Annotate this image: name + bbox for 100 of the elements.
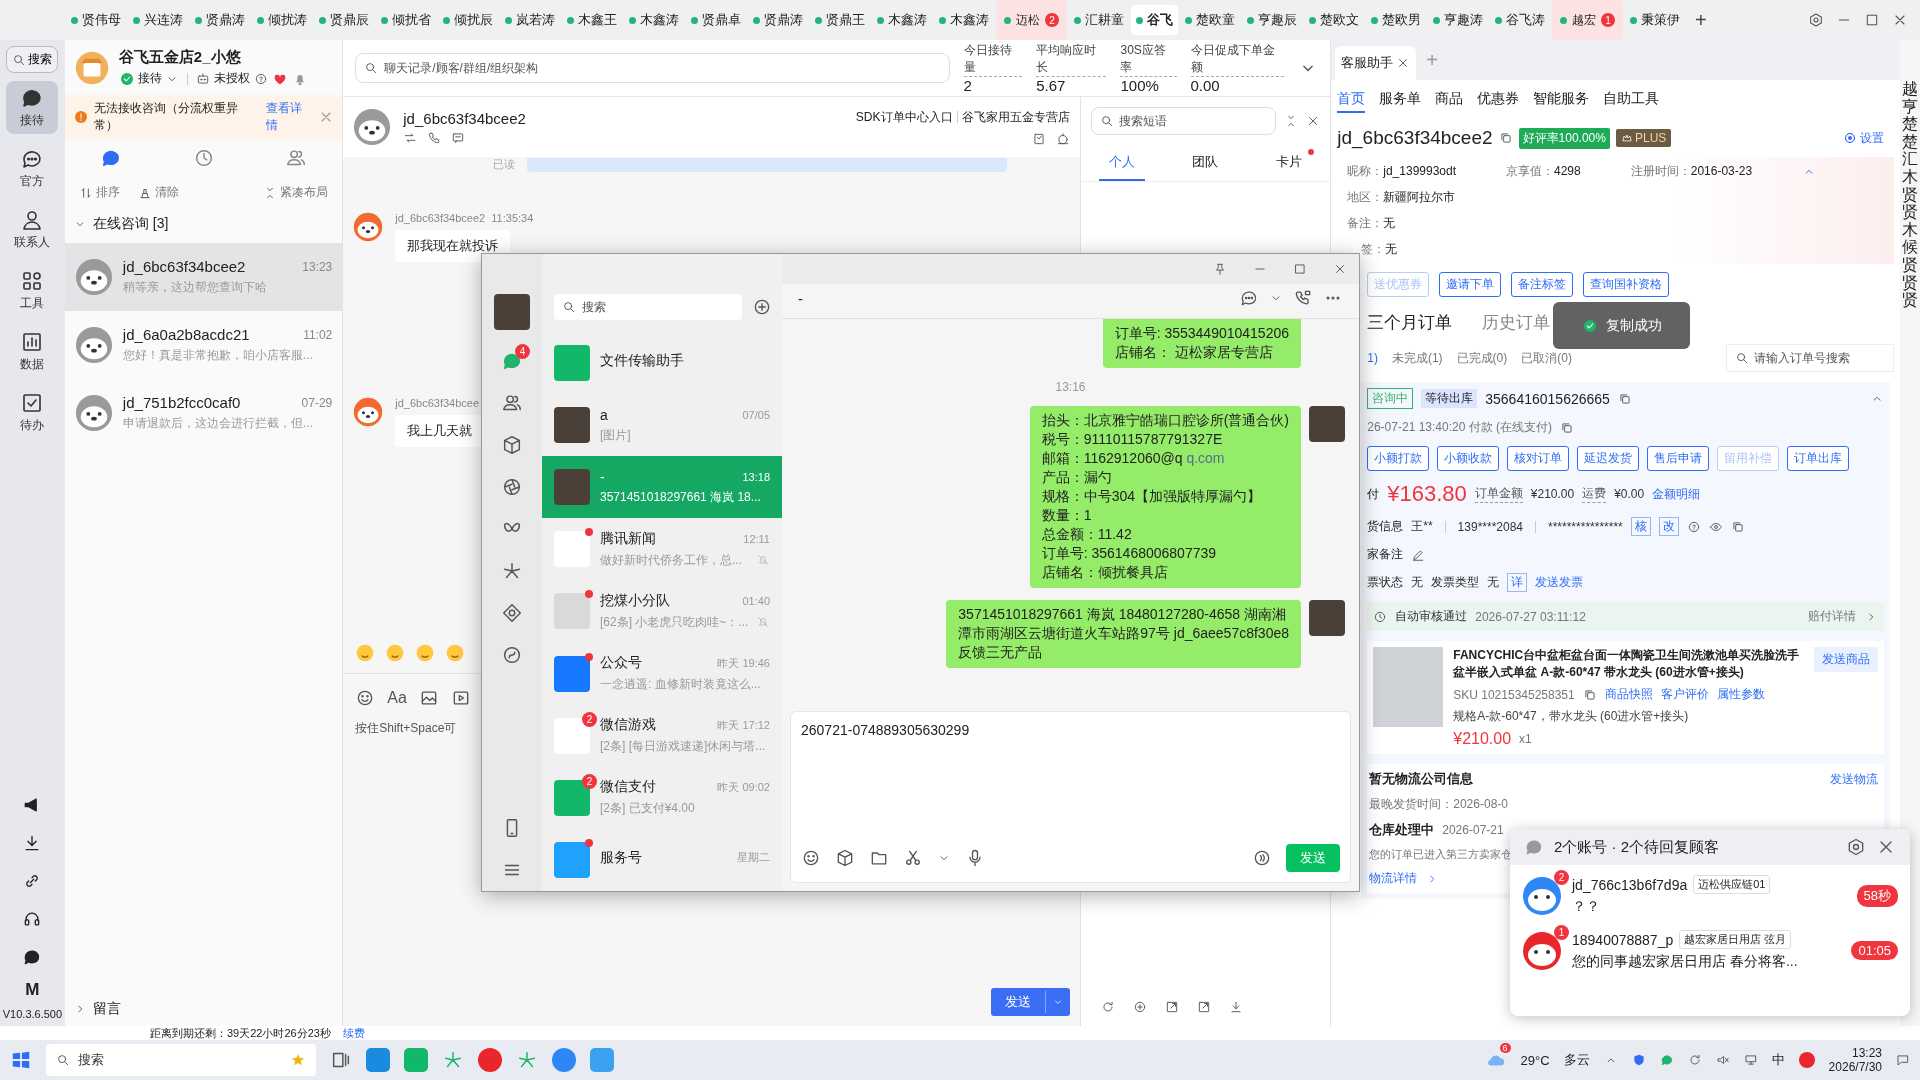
settings-icon[interactable] bbox=[1846, 837, 1866, 857]
order-search-field[interactable]: 请输入订单号搜索 bbox=[1726, 344, 1895, 372]
shop-tab[interactable]: 贤伟母 bbox=[66, 5, 126, 35]
list-action[interactable]: 紧凑布局 bbox=[263, 184, 329, 201]
shop-tab[interactable]: 倾扰辰 bbox=[438, 5, 498, 35]
order-filter[interactable]: 1) bbox=[1367, 351, 1378, 365]
shop-tab[interactable]: 贤鼎王 bbox=[810, 5, 870, 35]
voice-icon[interactable] bbox=[1252, 848, 1272, 868]
aperture-icon[interactable] bbox=[501, 476, 523, 498]
copy-icon[interactable] bbox=[1582, 687, 1597, 702]
bookmark-icon[interactable] bbox=[1031, 131, 1046, 146]
edit-icon[interactable] bbox=[1411, 547, 1426, 562]
add-icon[interactable] bbox=[1132, 1000, 1147, 1014]
shop-tab[interactable]: 楚欧男 bbox=[1366, 5, 1426, 35]
shop-tab[interactable]: 倾扰涛 bbox=[252, 5, 312, 35]
nav-tab[interactable]: 服务单 bbox=[1379, 90, 1422, 113]
shop-tab[interactable]: 木鑫涛 bbox=[624, 5, 684, 35]
nav-item[interactable]: 官方 bbox=[6, 142, 59, 195]
shop-tab[interactable]: 谷飞涛 bbox=[1490, 5, 1550, 35]
search-button[interactable]: 搜索 bbox=[6, 46, 59, 73]
cube-icon[interactable] bbox=[835, 848, 855, 868]
compensation-link[interactable]: 赔付详情 bbox=[1808, 608, 1857, 625]
details-link[interactable]: 查看详情 bbox=[265, 100, 314, 134]
order-tab[interactable]: 历史订单 bbox=[1482, 311, 1551, 334]
add-tab-button[interactable]: + bbox=[1687, 8, 1715, 32]
pin-icon[interactable] bbox=[1213, 262, 1227, 276]
pending-customer-item[interactable]: 2 jd_766c13b6f7d9a 迈松供应链01 ？？ 58秒 bbox=[1510, 865, 1910, 920]
compass-app-icon[interactable] bbox=[552, 1048, 576, 1072]
shop-tab[interactable]: 越宏 1 bbox=[1552, 0, 1623, 40]
invoice-detail-button[interactable]: 详 bbox=[1507, 573, 1528, 592]
contact-item[interactable]: jd_751b2fcc0caf0 07-29 申请退款后，这边会进行拦截，但... bbox=[64, 379, 343, 447]
settings-radio[interactable]: 设置 bbox=[1845, 129, 1895, 147]
action-button[interactable]: 查询国补资格 bbox=[1583, 272, 1670, 297]
order-action-button[interactable]: 订单出库 bbox=[1787, 446, 1850, 471]
shop-tab[interactable]: 贤鼎涛 bbox=[190, 5, 250, 35]
nav-tab[interactable]: 智能服务 bbox=[1533, 90, 1590, 113]
action-button[interactable]: 备注标签 bbox=[1511, 272, 1574, 297]
nav-tab[interactable]: 首页 bbox=[1337, 90, 1366, 113]
message-icon[interactable] bbox=[1239, 288, 1259, 308]
close-icon[interactable] bbox=[1333, 262, 1347, 276]
export-icon[interactable] bbox=[1164, 1000, 1179, 1014]
shop-tab[interactable]: 木鑫涛 bbox=[934, 5, 994, 35]
product-link[interactable]: 客户评价 bbox=[1660, 686, 1709, 703]
logistics-details-link[interactable]: 物流详情 bbox=[1369, 870, 1418, 887]
nav-tab[interactable]: 优惠券 bbox=[1477, 90, 1520, 113]
add-icon[interactable] bbox=[752, 297, 772, 317]
diamond-icon[interactable] bbox=[501, 602, 523, 624]
contact-item[interactable]: jd_6bc63f34bcee2 13:23 稍等亲，这边帮您查询下哈 bbox=[64, 243, 343, 311]
taskbar-search-field[interactable]: 搜索 bbox=[46, 1044, 316, 1076]
shop-tab[interactable]: 迈松 2 bbox=[996, 0, 1067, 40]
order-filter[interactable]: 未完成(1) bbox=[1391, 349, 1443, 367]
notification-icon[interactable] bbox=[1896, 1053, 1910, 1067]
search-field[interactable]: 聊天记录/顾客/群组/组织架构 bbox=[355, 53, 950, 83]
chat-bubble-icon[interactable] bbox=[1659, 1053, 1674, 1067]
group-header[interactable]: 在线咨询 [3] bbox=[64, 205, 343, 243]
copy-icon[interactable] bbox=[1560, 420, 1574, 435]
shop-tab[interactable]: 楚欧文 bbox=[1304, 5, 1364, 35]
send-button[interactable]: 发送 bbox=[990, 988, 1070, 1016]
order-action-button[interactable]: 核对订单 bbox=[1507, 446, 1570, 471]
message-input[interactable]: 按住Shift+Space可 bbox=[343, 716, 469, 741]
chat-list-item[interactable]: 文件传输助手 bbox=[542, 332, 782, 395]
order-filter[interactable]: 已完成(0) bbox=[1456, 349, 1508, 367]
chat-list-item[interactable]: 2 微信支付 昨天 09:02 [2条] 已支付¥4.00 bbox=[542, 766, 782, 829]
alarm-icon[interactable] bbox=[1055, 131, 1070, 146]
copy-icon[interactable] bbox=[1498, 131, 1513, 145]
nav-item[interactable]: 工具 bbox=[6, 264, 59, 317]
chat-list-item[interactable]: 公众号 昨天 19:46 一念逍遥: 血修新时装竟这么... bbox=[542, 642, 782, 705]
nav-item[interactable]: 联系人 bbox=[6, 203, 59, 256]
header-link[interactable]: 谷飞家用五金专营店 bbox=[961, 108, 1070, 126]
help-icon[interactable] bbox=[1686, 519, 1701, 534]
shop-tab[interactable]: 木鑫王 bbox=[562, 5, 622, 35]
order-action-button[interactable]: 延迟发货 bbox=[1577, 446, 1640, 471]
mascot-app-icon[interactable] bbox=[590, 1048, 614, 1072]
amount-details-link[interactable]: 金额明细 bbox=[1652, 485, 1701, 503]
shop-tab[interactable]: 亨趣辰 bbox=[1242, 5, 1302, 35]
chat-list-item[interactable]: 腾讯新闻 12:11 做好新时代侨务工作，总... bbox=[542, 518, 782, 581]
copy-icon[interactable] bbox=[1617, 391, 1632, 406]
maximize-icon[interactable] bbox=[1864, 12, 1880, 28]
list-action[interactable]: 排序 bbox=[78, 184, 120, 201]
nav-item[interactable]: 待办 bbox=[6, 386, 59, 439]
shop-tab[interactable]: 木鑫涛 bbox=[872, 5, 932, 35]
phrase-tab[interactable]: 团队 bbox=[1182, 145, 1229, 181]
network-icon[interactable] bbox=[1743, 1053, 1758, 1067]
search-field[interactable]: 搜索 bbox=[554, 294, 742, 320]
app-icon[interactable] bbox=[478, 1048, 502, 1072]
cube-icon[interactable] bbox=[501, 434, 523, 456]
order-filter[interactable]: 已取消(0) bbox=[1521, 349, 1572, 367]
header-link[interactable]: SDK订单中心入口 bbox=[855, 108, 953, 126]
product-link[interactable]: 属性参数 bbox=[1716, 686, 1765, 703]
shield-icon[interactable] bbox=[1631, 1053, 1646, 1067]
message-input[interactable]: 260721-074889305630299 发送 bbox=[790, 711, 1351, 883]
renew-link[interactable]: 续费 bbox=[342, 1026, 365, 1040]
chat-list-item[interactable]: 2 微信游戏 昨天 17:12 [2条] [每日游戏速递]休闲与塔... bbox=[542, 704, 782, 767]
contact-item[interactable]: jd_6a0a2b8acdc21 11:02 您好！真是非常抱歉，咱小店客服... bbox=[64, 311, 343, 379]
tray-app-icon[interactable] bbox=[1798, 1052, 1815, 1068]
transfer-icon[interactable] bbox=[403, 130, 418, 145]
action-button[interactable]: 邀请下单 bbox=[1439, 272, 1502, 297]
nav-item[interactable]: 接待 bbox=[6, 81, 59, 134]
edit-button[interactable]: 改 bbox=[1658, 517, 1679, 536]
shop-tab[interactable]: 岚若涛 bbox=[500, 5, 560, 35]
